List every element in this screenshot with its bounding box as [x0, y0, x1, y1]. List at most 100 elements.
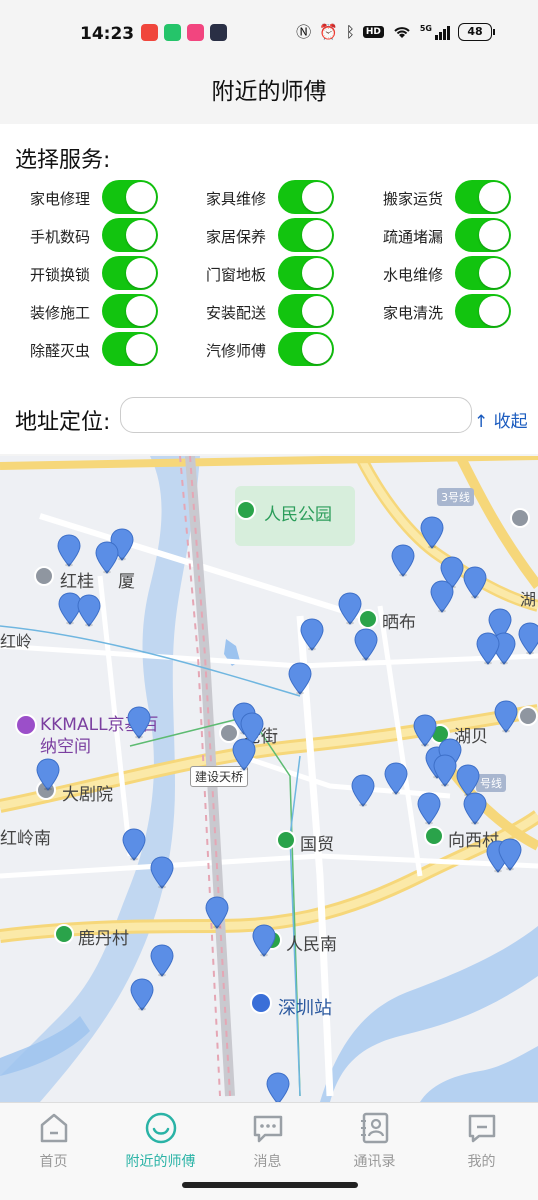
service-label: 水电维修	[383, 266, 444, 284]
park-poi-icon[interactable]	[236, 500, 256, 520]
service-item-appliance-repair: 家电修理	[30, 180, 190, 216]
master-location-pin[interactable]	[476, 632, 500, 665]
master-location-pin[interactable]	[384, 762, 408, 795]
master-location-pin[interactable]	[232, 738, 256, 771]
service-toggle[interactable]	[455, 256, 511, 290]
service-toggle[interactable]	[278, 180, 334, 214]
toggle-knob	[302, 182, 332, 212]
master-location-pin[interactable]	[433, 754, 457, 787]
master-location-pin[interactable]	[463, 566, 487, 599]
master-location-pin[interactable]	[127, 706, 151, 739]
app-notification-icon	[187, 24, 204, 41]
master-location-pin[interactable]	[36, 758, 60, 791]
service-toggle[interactable]	[455, 180, 511, 214]
service-toggle[interactable]	[102, 180, 158, 214]
service-toggle[interactable]	[102, 218, 158, 252]
home-indicator	[182, 1182, 358, 1188]
train-station-icon[interactable]	[250, 992, 272, 1014]
master-location-pin[interactable]	[494, 700, 518, 733]
nav-label: 通讯录	[353, 1154, 396, 1170]
service-label: 家具维修	[206, 190, 267, 208]
master-location-pin[interactable]	[338, 592, 362, 625]
nav-item-profile[interactable]: 我的	[428, 1111, 535, 1171]
map-label-renminnan: 人民南	[286, 935, 337, 955]
address-input[interactable]	[120, 397, 472, 433]
toggle-knob	[126, 182, 156, 212]
service-item-install-delivery: 安装配送	[206, 294, 366, 330]
service-item-doors-floors: 门窗地板	[206, 256, 366, 292]
master-location-pin[interactable]	[95, 541, 119, 574]
master-location-pin[interactable]	[518, 622, 538, 655]
service-label: 门窗地板	[206, 266, 267, 284]
service-item-home-care: 家居保养	[206, 218, 366, 254]
service-label: 家居保养	[206, 228, 267, 246]
toggle-knob	[479, 296, 509, 326]
service-toggle[interactable]	[102, 256, 158, 290]
master-location-pin[interactable]	[354, 628, 378, 661]
map-label-ludancun: 鹿丹村	[78, 929, 129, 949]
toggle-knob	[302, 334, 332, 364]
profile-icon	[468, 1114, 495, 1143]
mall-poi-icon[interactable]	[15, 714, 37, 736]
service-item-phone-digital: 手机数码	[30, 218, 190, 254]
master-location-pin[interactable]	[430, 580, 454, 613]
service-label: 家电修理	[30, 190, 91, 208]
toggle-knob	[126, 258, 156, 288]
nav-item-home[interactable]: 首页	[0, 1111, 107, 1171]
master-location-pin[interactable]	[77, 594, 101, 627]
toggle-knob	[126, 334, 156, 364]
map-label-guomao: 国贸	[300, 835, 334, 855]
service-toggle[interactable]	[278, 294, 334, 328]
master-location-pin[interactable]	[463, 792, 487, 825]
collapse-button[interactable]: ↑ 收起	[474, 407, 528, 432]
master-location-pin[interactable]	[300, 618, 324, 651]
master-location-pin[interactable]	[150, 856, 174, 889]
master-location-pin[interactable]	[413, 714, 437, 747]
building-poi-icon	[518, 706, 538, 726]
master-location-pin[interactable]	[57, 534, 81, 567]
service-toggle[interactable]	[455, 218, 511, 252]
metro-station-icon	[424, 826, 444, 846]
master-location-pin[interactable]	[150, 944, 174, 977]
building-poi-icon	[34, 566, 54, 586]
master-location-pin[interactable]	[130, 978, 154, 1011]
service-toggle[interactable]	[102, 294, 158, 328]
service-toggle[interactable]	[278, 218, 334, 252]
service-toggle[interactable]	[102, 332, 158, 366]
master-location-pin[interactable]	[252, 924, 276, 957]
master-location-pin[interactable]	[266, 1072, 290, 1102]
service-toggle[interactable]	[278, 256, 334, 290]
service-item-plumbing-electrical: 水电维修	[383, 256, 538, 292]
status-time: 14:23	[80, 24, 135, 44]
hd-icon: HD	[362, 26, 384, 38]
map-label-shaibu: 晒布	[382, 613, 416, 633]
app-notification-icon	[210, 24, 227, 41]
master-location-pin[interactable]	[351, 774, 375, 807]
wifi-icon	[394, 27, 410, 38]
nav-label: 首页	[39, 1154, 68, 1170]
map-label-hu: 湖	[520, 590, 537, 609]
service-item-auto-repair: 汽修师傅	[206, 332, 366, 368]
master-location-pin[interactable]	[288, 662, 312, 695]
map-view[interactable]: 人民公园 3号线 红桂 厦 红岭 晒布 湖 KKMALL京基百 纳空间 老街 建…	[0, 456, 538, 1102]
nav-item-contacts[interactable]: 通讯录	[321, 1111, 428, 1171]
master-location-pin[interactable]	[498, 838, 522, 871]
master-location-pin[interactable]	[391, 544, 415, 577]
service-toggle[interactable]	[278, 332, 334, 366]
service-toggle[interactable]	[455, 294, 511, 328]
master-location-pin[interactable]	[420, 516, 444, 549]
nav-item-nearby-masters[interactable]: 附近的师傅	[107, 1111, 214, 1171]
home-icon	[40, 1113, 67, 1143]
master-location-pin[interactable]	[122, 828, 146, 861]
message-icon	[253, 1115, 282, 1143]
alarm-icon: ⏰	[319, 23, 338, 41]
metro-line-badge: 3号线	[437, 488, 474, 506]
master-location-pin[interactable]	[417, 792, 441, 825]
nav-item-messages[interactable]: 消息	[214, 1111, 321, 1171]
contacts-icon	[360, 1112, 388, 1144]
toggle-knob	[479, 220, 509, 250]
notification-app-icons	[141, 24, 227, 41]
master-location-pin[interactable]	[205, 896, 229, 929]
metro-station-icon	[276, 830, 296, 850]
nav-label: 附近的师傅	[125, 1154, 196, 1170]
